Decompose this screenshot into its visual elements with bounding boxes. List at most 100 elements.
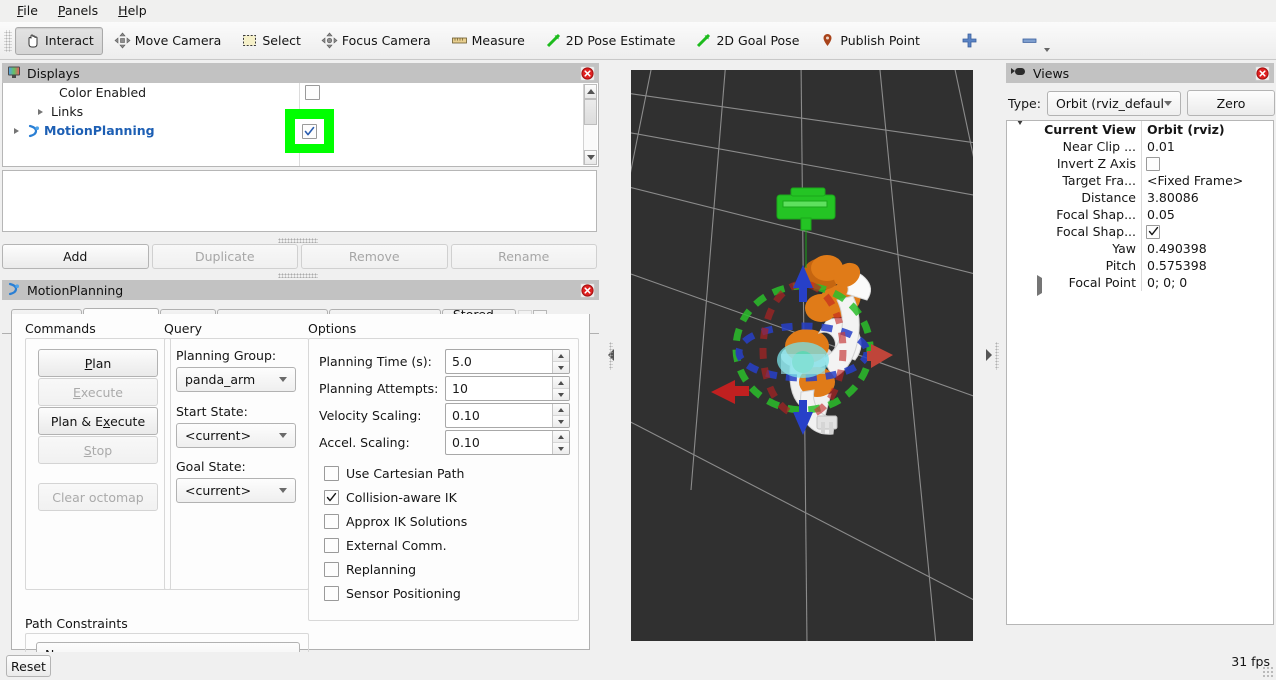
toolbar-grip[interactable] xyxy=(4,29,12,52)
duplicate-button[interactable]: Duplicate xyxy=(151,244,298,269)
tool-2d-pose-estimate[interactable]: 2D Pose Estimate xyxy=(536,27,685,55)
views-row-value[interactable]: 3.80086 xyxy=(1141,190,1199,205)
invert-z-axis-checkbox[interactable] xyxy=(1146,156,1160,171)
external-comm-row[interactable]: External Comm. xyxy=(324,533,447,557)
views-row-focal-shape-fixed-size[interactable]: Focal Shap... xyxy=(1007,223,1273,240)
chevron-right-icon[interactable] xyxy=(35,107,45,117)
views-property-tree[interactable]: Current View Orbit (rviz) Near Clip ... … xyxy=(1006,120,1274,625)
chevron-right-icon[interactable] xyxy=(1037,275,1042,296)
motionplanning-enabled-checkbox[interactable] xyxy=(302,123,317,139)
planning-time-spinbox[interactable]: 5.0 xyxy=(445,349,570,374)
views-row-yaw[interactable]: Yaw 0.490398 xyxy=(1007,240,1273,257)
color-enabled-checkbox[interactable] xyxy=(305,85,320,100)
tool-focus-camera[interactable]: Focus Camera xyxy=(312,27,440,55)
plan-button[interactable]: Plan xyxy=(38,349,158,377)
spin-down-icon[interactable] xyxy=(553,415,569,427)
right-splitter-collapse[interactable] xyxy=(984,330,994,380)
planning-attempts-spinbox[interactable]: 10 xyxy=(445,376,570,401)
views-row-focal-point[interactable]: Focal Point 0; 0; 0 xyxy=(1007,274,1273,296)
menu-help[interactable]: Help xyxy=(109,1,156,22)
focal-shape-fixed-size-checkbox[interactable] xyxy=(1146,224,1160,239)
scroll-down-button[interactable] xyxy=(584,150,597,165)
views-row-invert-z-axis[interactable]: Invert Z Axis xyxy=(1007,155,1273,172)
spin-down-icon[interactable] xyxy=(553,388,569,400)
panel-splitter-handle[interactable] xyxy=(278,273,318,278)
approx-ik-solutions-checkbox[interactable] xyxy=(324,513,339,529)
displays-bottom-splitter-handle[interactable] xyxy=(278,238,318,243)
view-type-combo[interactable]: Orbit (rviz_defaul xyxy=(1046,90,1181,116)
views-row-distance[interactable]: Distance 3.80086 xyxy=(1007,189,1273,206)
add-button[interactable]: Add xyxy=(2,244,149,269)
execute-button[interactable]: Execute xyxy=(38,378,158,406)
displays-scrollbar[interactable] xyxy=(583,84,597,165)
views-row-value[interactable]: 0.01 xyxy=(1141,139,1175,154)
close-icon[interactable] xyxy=(1255,65,1270,81)
tool-2d-goal-pose[interactable]: 2D Goal Pose xyxy=(686,27,808,55)
views-row-current-view[interactable]: Current View Orbit (rviz) xyxy=(1007,121,1273,140)
accel-scaling-value[interactable]: 0.10 xyxy=(446,431,552,454)
tool-interact[interactable]: Interact xyxy=(15,26,103,55)
close-icon[interactable] xyxy=(580,282,595,298)
scroll-thumb[interactable] xyxy=(584,99,597,125)
reset-button[interactable]: Reset xyxy=(6,655,51,677)
views-row-target-frame[interactable]: Target Fra... <Fixed Frame> xyxy=(1007,172,1273,189)
spin-up-icon[interactable] xyxy=(553,431,569,442)
close-icon[interactable] xyxy=(580,65,595,81)
window-resize-grip[interactable] xyxy=(1262,666,1274,678)
tool-publish-point[interactable]: Publish Point xyxy=(810,27,929,55)
scroll-up-button[interactable] xyxy=(584,84,597,99)
3d-viewport[interactable] xyxy=(631,70,973,641)
collision-aware-ik-checkbox[interactable] xyxy=(324,489,339,505)
views-row-focal-shape-size[interactable]: Focal Shap... 0.05 xyxy=(1007,206,1273,223)
tree-row-color-enabled[interactable]: Color Enabled xyxy=(3,83,598,102)
right-splitter-grip[interactable] xyxy=(995,342,999,370)
approx-ik-solutions-row[interactable]: Approx IK Solutions xyxy=(324,509,467,533)
spin-up-icon[interactable] xyxy=(553,350,569,361)
planning-attempts-value[interactable]: 10 xyxy=(446,377,552,400)
velocity-scaling-value[interactable]: 0.10 xyxy=(446,404,552,427)
tool-remove-minus[interactable] xyxy=(1012,27,1050,55)
chevron-right-icon[interactable] xyxy=(11,126,21,136)
start-state-combo[interactable]: <current> xyxy=(176,423,296,448)
clear-octomap-button[interactable]: Clear octomap xyxy=(38,483,158,511)
zero-button[interactable]: Zero xyxy=(1186,90,1275,116)
views-row-value[interactable]: 0.490398 xyxy=(1141,241,1207,256)
tool-measure[interactable]: Measure xyxy=(442,27,534,55)
sensor-positioning-checkbox[interactable] xyxy=(324,585,339,601)
spin-up-icon[interactable] xyxy=(553,377,569,388)
replanning-checkbox[interactable] xyxy=(324,561,339,577)
velocity-scaling-spinbox[interactable]: 0.10 xyxy=(445,403,570,428)
tool-select[interactable]: Select xyxy=(232,27,310,55)
use-cartesian-path-row[interactable]: Use Cartesian Path xyxy=(324,461,464,485)
views-row-value[interactable]: <Fixed Frame> xyxy=(1141,173,1243,188)
replanning-row[interactable]: Replanning xyxy=(324,557,416,581)
chevron-down-icon[interactable] xyxy=(1043,47,1050,52)
views-row-value[interactable]: 0; 0; 0 xyxy=(1141,275,1187,290)
tool-move-camera[interactable]: Move Camera xyxy=(105,27,231,55)
accel-scaling-spinbox[interactable]: 0.10 xyxy=(445,430,570,455)
planning-group-combo[interactable]: panda_arm xyxy=(176,367,296,392)
left-splitter-grip[interactable] xyxy=(609,342,613,370)
menu-panels[interactable]: Panels xyxy=(49,1,107,22)
views-row-value[interactable]: 0.575398 xyxy=(1141,258,1207,273)
use-cartesian-path-checkbox[interactable] xyxy=(324,465,339,481)
goal-state-combo[interactable]: <current> xyxy=(176,478,296,503)
planning-time-value[interactable]: 5.0 xyxy=(446,350,552,373)
display-properties-area[interactable] xyxy=(2,170,597,232)
menu-file[interactable]: File xyxy=(8,1,47,22)
spin-up-icon[interactable] xyxy=(553,404,569,415)
collapse-right-icon[interactable] xyxy=(986,349,992,361)
views-row-value[interactable]: 0.05 xyxy=(1141,207,1175,222)
stop-button[interactable]: Stop xyxy=(38,436,158,464)
rename-button[interactable]: Rename xyxy=(450,244,597,269)
views-row-pitch[interactable]: Pitch 0.575398 xyxy=(1007,257,1273,274)
remove-button[interactable]: Remove xyxy=(301,244,448,269)
tool-add-plus[interactable] xyxy=(952,27,987,55)
spin-down-icon[interactable] xyxy=(553,442,569,454)
collision-aware-ik-row[interactable]: Collision-aware IK xyxy=(324,485,457,509)
spin-down-icon[interactable] xyxy=(553,361,569,373)
scroll-track[interactable] xyxy=(584,99,597,150)
sensor-positioning-row[interactable]: Sensor Positioning xyxy=(324,581,461,605)
external-comm-checkbox[interactable] xyxy=(324,537,339,553)
views-row-near-clip[interactable]: Near Clip ... 0.01 xyxy=(1007,138,1273,155)
